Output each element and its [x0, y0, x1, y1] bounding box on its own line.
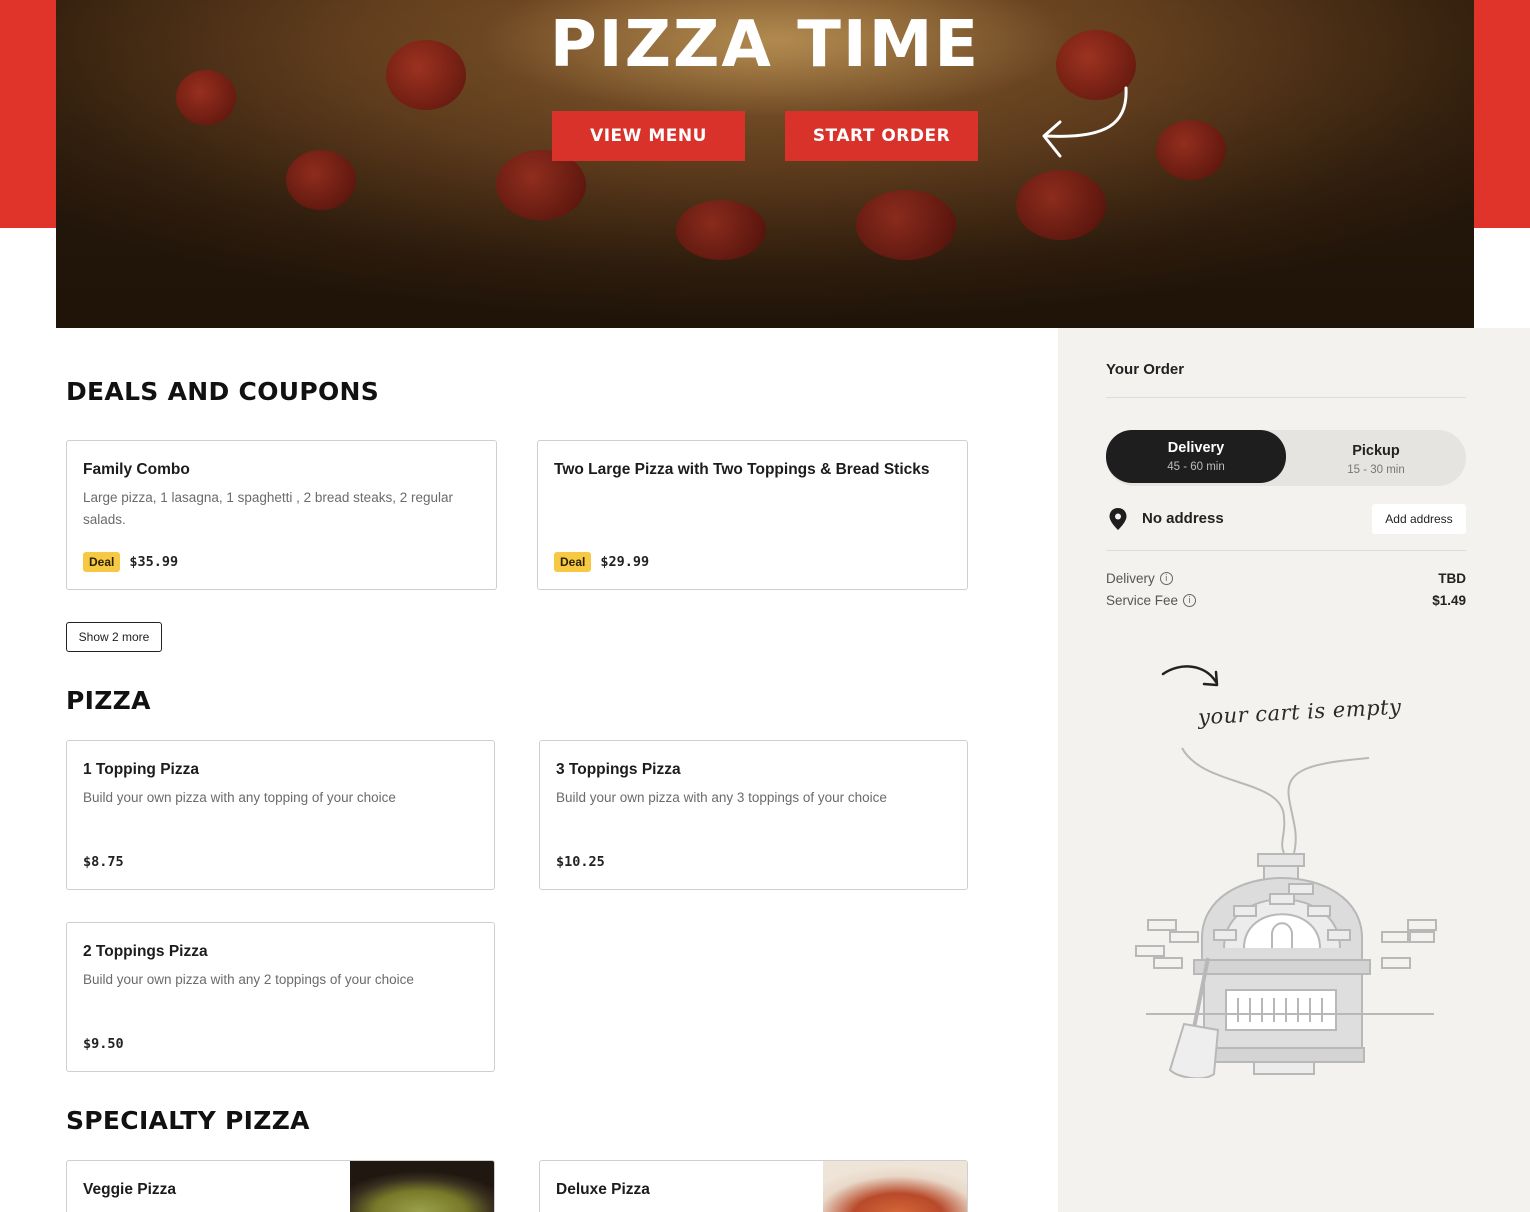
divider [1106, 550, 1466, 551]
add-address-button[interactable]: Add address [1372, 504, 1466, 534]
deal-name: Two Large Pizza with Two Toppings & Brea… [554, 461, 930, 478]
pizza-thumbnail [350, 1161, 494, 1212]
item-name: 3 Toppings Pizza [556, 761, 681, 778]
deal-name: Family Combo [83, 461, 190, 478]
fee-label-wrap: Service Fee i [1106, 593, 1197, 608]
order-sidebar: Your Order Delivery 45 - 60 min Pickup 1… [1058, 328, 1530, 1212]
item-name: 1 Topping Pizza [83, 761, 199, 778]
divider [1106, 397, 1466, 398]
deal-price: $29.99 [600, 554, 650, 570]
fee-row-service: Service Fee i $1.49 [1106, 593, 1466, 611]
address-text: No address [1142, 510, 1224, 527]
fee-label-wrap: Delivery i [1106, 571, 1173, 586]
fee-value: TBD [1438, 571, 1466, 586]
item-price: $10.25 [556, 854, 605, 870]
info-icon[interactable]: i [1159, 572, 1173, 585]
item-name: 2 Toppings Pizza [83, 943, 208, 960]
fee-label: Service Fee [1106, 593, 1179, 608]
address-row: No address Add address [1106, 504, 1466, 534]
item-price: $8.75 [83, 854, 124, 870]
deal-price: $35.99 [129, 554, 179, 570]
specialty-section-title: SPECIALTY PIZZA [66, 1106, 310, 1135]
delivery-option-time: 45 - 60 min [1167, 461, 1225, 473]
fee-row-delivery: Delivery i TBD [1106, 571, 1466, 589]
pickup-option[interactable]: Pickup 15 - 30 min [1286, 433, 1466, 485]
deal-price-row: Deal $35.99 [83, 552, 178, 572]
item-price: $9.50 [83, 1036, 124, 1052]
pickup-option-label: Pickup [1352, 442, 1400, 459]
pizza-oven-illustration [1135, 747, 1437, 1078]
item-description: Build your own pizza with any topping of… [83, 790, 396, 805]
delivery-option-label: Delivery [1167, 440, 1225, 456]
item-description: Build your own pizza with any 3 toppings… [556, 790, 887, 805]
fulfillment-toggle: Delivery 45 - 60 min Pickup 15 - 30 min [1106, 430, 1466, 486]
deal-description: Large pizza, 1 lasagna, 1 spaghetti , 2 … [83, 490, 453, 527]
deal-card[interactable]: Two Large Pizza with Two Toppings & Brea… [537, 440, 968, 590]
delivery-option[interactable]: Delivery 45 - 60 min [1106, 430, 1286, 483]
order-title: Your Order [1106, 361, 1185, 378]
pickup-option-time: 15 - 30 min [1347, 463, 1405, 476]
deal-badge: Deal [83, 552, 121, 572]
item-name: Deluxe Pizza [556, 1181, 650, 1198]
deal-badge: Deal [554, 552, 592, 572]
fee-label: Delivery [1106, 571, 1155, 586]
menu-item-card[interactable]: Deluxe Pizza [539, 1160, 968, 1212]
deal-price-row: Deal $29.99 [554, 552, 649, 572]
deal-card[interactable]: Family Combo Large pizza, 1 lasagna, 1 s… [66, 440, 497, 590]
start-order-button[interactable]: START ORDER [785, 111, 978, 161]
location-pin-icon [1109, 508, 1127, 530]
fee-value: $1.49 [1432, 593, 1466, 608]
menu-item-card[interactable]: 1 Topping Pizza Build your own pizza wit… [66, 740, 495, 890]
menu-item-card[interactable]: 3 Toppings Pizza Build your own pizza wi… [539, 740, 968, 890]
show-more-button[interactable]: Show 2 more [66, 622, 162, 652]
deals-section-title: DEALS AND COUPONS [66, 377, 380, 406]
menu-item-card[interactable]: 2 Toppings Pizza Build your own pizza wi… [66, 922, 495, 1072]
item-name: Veggie Pizza [83, 1181, 177, 1198]
info-icon[interactable]: i [1183, 594, 1197, 607]
hero-title: PIZZA TIME [549, 8, 981, 82]
curved-arrow-icon [1042, 86, 1128, 158]
pizza-section-title: PIZZA [66, 686, 151, 715]
pizza-thumbnail [823, 1161, 967, 1212]
menu-item-card[interactable]: Veggie Pizza [66, 1160, 495, 1212]
item-description: Build your own pizza with any 2 toppings… [83, 972, 414, 987]
view-menu-button[interactable]: VIEW MENU [552, 111, 745, 161]
